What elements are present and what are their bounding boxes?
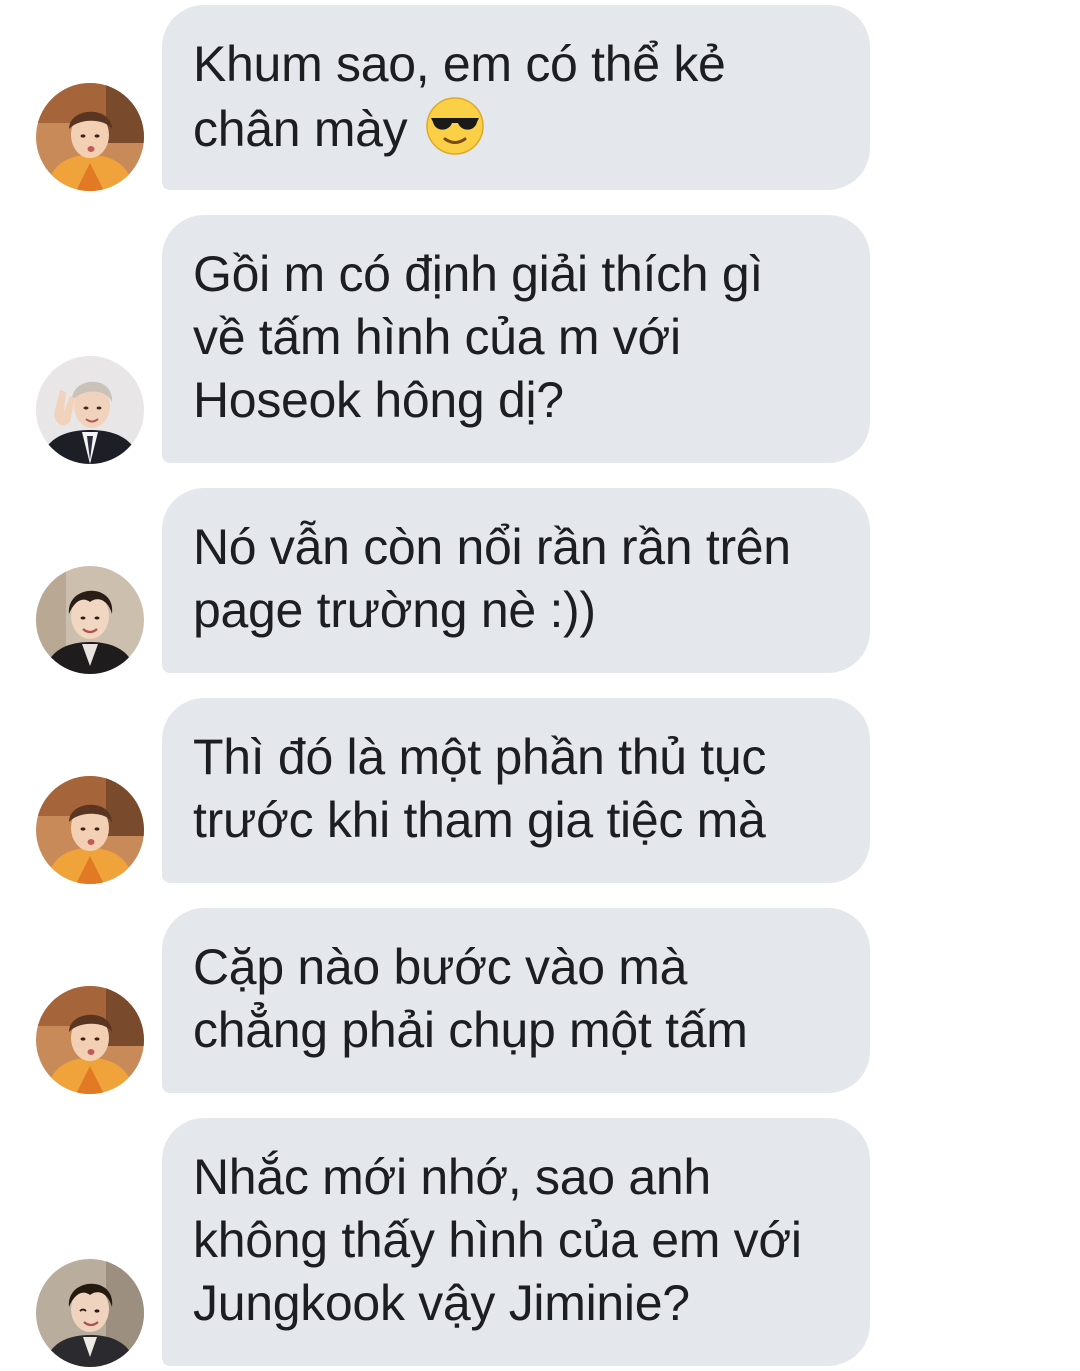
message-text: Khum sao, em có thể kẻ chân mày [193, 33, 840, 161]
avatar[interactable] [36, 776, 144, 884]
message-bubble[interactable]: Khum sao, em có thể kẻ chân mày [162, 5, 870, 190]
message-bubble[interactable]: Nhắc mới nhớ, sao anh không thấy hình củ… [162, 1118, 870, 1366]
message-bubble[interactable]: Cặp nào bước vào mà chẳng phải chụp một … [162, 908, 870, 1093]
avatar-photo-icon [36, 83, 144, 191]
avatar-photo-icon [36, 566, 144, 674]
chat-thread: Khum sao, em có thể kẻ chân mày Gồi m có… [0, 0, 1080, 1371]
message-text: Thì đó là một phần thủ tục trước khi tha… [193, 729, 767, 848]
avatar-photo-icon [36, 356, 144, 464]
message-text: Gồi m có định giải thích gì về tấm hình … [193, 246, 763, 428]
avatar-photo-icon [36, 1259, 144, 1367]
avatar-photo-icon [36, 776, 144, 884]
message-bubble[interactable]: Gồi m có định giải thích gì về tấm hình … [162, 215, 870, 463]
message-text: Cặp nào bước vào mà chẳng phải chụp một … [193, 939, 748, 1058]
message-bubble[interactable]: Thì đó là một phần thủ tục trước khi tha… [162, 698, 870, 883]
avatar[interactable] [36, 1259, 144, 1367]
sunglasses-emoji-icon [426, 97, 484, 155]
avatar[interactable] [36, 83, 144, 191]
message-bubble[interactable]: Nó vẫn còn nổi rần rần trên page trường … [162, 488, 870, 673]
avatar[interactable] [36, 356, 144, 464]
avatar[interactable] [36, 986, 144, 1094]
avatar-photo-icon [36, 986, 144, 1094]
avatar[interactable] [36, 566, 144, 674]
message-text: Nó vẫn còn nổi rần rần trên page trường … [193, 519, 791, 638]
message-text: Nhắc mới nhớ, sao anh không thấy hình củ… [193, 1149, 802, 1331]
